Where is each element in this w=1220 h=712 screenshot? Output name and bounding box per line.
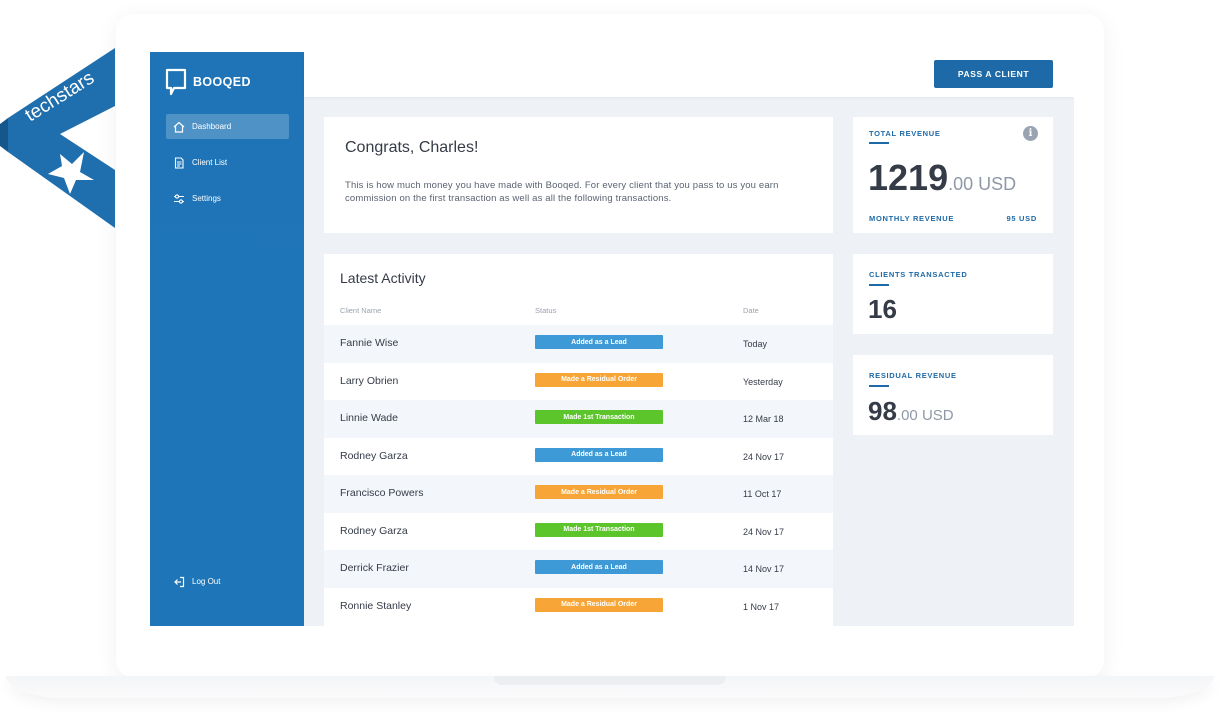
document-icon: [174, 156, 184, 169]
column-header-status[interactable]: Status: [535, 306, 556, 315]
sidebar-item-dashboard[interactable]: Dashboard: [166, 114, 289, 139]
total-revenue-card: TOTAL REVENUE i 1219.00 USD MONTHLY REVE…: [853, 117, 1053, 233]
clients-transacted-card: CLIENTS TRANSACTED 16: [853, 254, 1053, 334]
brand-name: BOOQED: [193, 75, 251, 89]
activity-title: Latest Activity: [340, 270, 426, 286]
label-underline: [869, 142, 889, 144]
home-icon: [173, 121, 185, 133]
sidebar-item-settings[interactable]: Settings: [166, 186, 289, 211]
laptop-notch: [494, 676, 726, 685]
info-icon[interactable]: i: [1023, 126, 1038, 141]
client-name: Fannie Wise: [340, 337, 399, 349]
residual-revenue-value: 98.00 USD: [868, 396, 954, 427]
monthly-revenue-value: 95 USD: [1006, 214, 1037, 223]
status-badge: Made a Residual Order: [535, 597, 663, 612]
logout-icon: [174, 576, 185, 587]
techstars-ribbon: techstars: [0, 48, 115, 228]
activity-date: 11 Oct 17: [743, 489, 782, 499]
label-underline: [869, 284, 889, 286]
status-badge: Made 1st Transaction: [535, 522, 663, 537]
monthly-revenue-label: MONTHLY REVENUE: [869, 214, 955, 223]
total-revenue-label: TOTAL REVENUE: [869, 129, 941, 138]
sliders-icon: [174, 193, 184, 204]
label-underline: [869, 385, 889, 387]
column-header-date[interactable]: Date: [743, 306, 759, 315]
status-badge: Added as a Lead: [535, 335, 663, 349]
sidebar-item-label: Dashboard: [192, 122, 232, 131]
residual-revenue-whole: 98: [868, 396, 897, 426]
congrats-card: Congrats, Charles! This is how much mone…: [324, 117, 833, 233]
congrats-body: This is how much money you have made wit…: [345, 180, 779, 204]
clients-transacted-value: 16: [868, 294, 897, 324]
table-row[interactable]: Linnie Wade Made 1st Transaction 12 Mar 18: [324, 400, 833, 438]
client-name: Rodney Garza: [340, 524, 408, 537]
table-row[interactable]: Derrick Frazier Added as a Lead 14 Nov 17: [324, 550, 833, 588]
logout-button[interactable]: Log Out: [166, 569, 289, 594]
latest-activity-card: Latest Activity Client Name Status Date …: [324, 254, 833, 626]
client-name: Ronnie Stanley: [340, 599, 412, 612]
app-screen: BOOQED Dashboard Client List Settings Lo…: [150, 52, 1074, 626]
status-badge: Made a Residual Order: [535, 485, 663, 499]
residual-revenue-label: RESIDUAL REVENUE: [869, 371, 957, 380]
total-revenue-value: 1219.00 USD: [868, 157, 1016, 199]
table-row[interactable]: Fannie Wise Added as a Lead Today: [324, 325, 833, 363]
booqed-logo-icon: [165, 68, 187, 96]
top-bar: PASS A CLIENT: [304, 52, 1074, 97]
sidebar-item-client-list[interactable]: Client List: [166, 150, 289, 175]
activity-date: 12 Mar 18: [743, 414, 784, 424]
client-name: Larry Obrien: [340, 374, 399, 387]
residual-revenue-card: RESIDUAL REVENUE 98.00 USD: [853, 355, 1053, 435]
brand-logo[interactable]: BOOQED: [165, 68, 251, 96]
clients-transacted-label: CLIENTS TRANSACTED: [869, 270, 968, 279]
activity-date: Yesterday: [743, 376, 783, 387]
congrats-title: Congrats, Charles!: [345, 139, 479, 156]
table-row[interactable]: Francisco Powers Made a Residual Order 11 …: [324, 475, 833, 513]
logout-label: Log Out: [192, 577, 221, 586]
status-badge: Made 1st Transaction: [535, 410, 663, 424]
status-badge: Added as a Lead: [535, 447, 663, 462]
total-revenue-decimal: .00 USD: [948, 174, 1017, 194]
residual-revenue-decimal: .00 USD: [896, 407, 954, 424]
table-row[interactable]: Rodney Garza Added as a Lead 24 Nov 17: [324, 438, 833, 476]
status-badge: Added as a Lead: [535, 560, 663, 574]
activity-date: 24 Nov 17: [743, 526, 785, 537]
sidebar-item-label: Settings: [192, 194, 221, 203]
activity-date: 1 Nov 17: [743, 601, 780, 612]
table-row[interactable]: Larry Obrien Made a Residual Order Yesterd…: [324, 363, 833, 401]
total-revenue-whole: 1219: [868, 157, 949, 198]
column-header-client-name[interactable]: Client Name: [340, 306, 381, 315]
sidebar-item-label: Client List: [192, 158, 228, 167]
table-row[interactable]: Rodney Garza Made 1st Transaction 24 Nov 1…: [324, 513, 833, 551]
sidebar: BOOQED Dashboard Client List Settings Lo…: [150, 52, 304, 626]
activity-date: 24 Nov 17: [743, 451, 785, 462]
status-badge: Made a Residual Order: [535, 372, 663, 387]
pass-a-client-button[interactable]: PASS A CLIENT: [934, 60, 1053, 88]
client-name: Francisco Powers: [340, 487, 424, 499]
activity-date: Today: [743, 339, 768, 349]
client-name: Derrick Frazier: [340, 562, 409, 574]
client-name: Linnie Wade: [340, 412, 398, 424]
client-name: Rodney Garza: [340, 449, 408, 462]
activity-date: 14 Nov 17: [743, 564, 785, 574]
table-row[interactable]: Ronnie Stanley Made a Residual Order 1 Nov…: [324, 588, 833, 626]
